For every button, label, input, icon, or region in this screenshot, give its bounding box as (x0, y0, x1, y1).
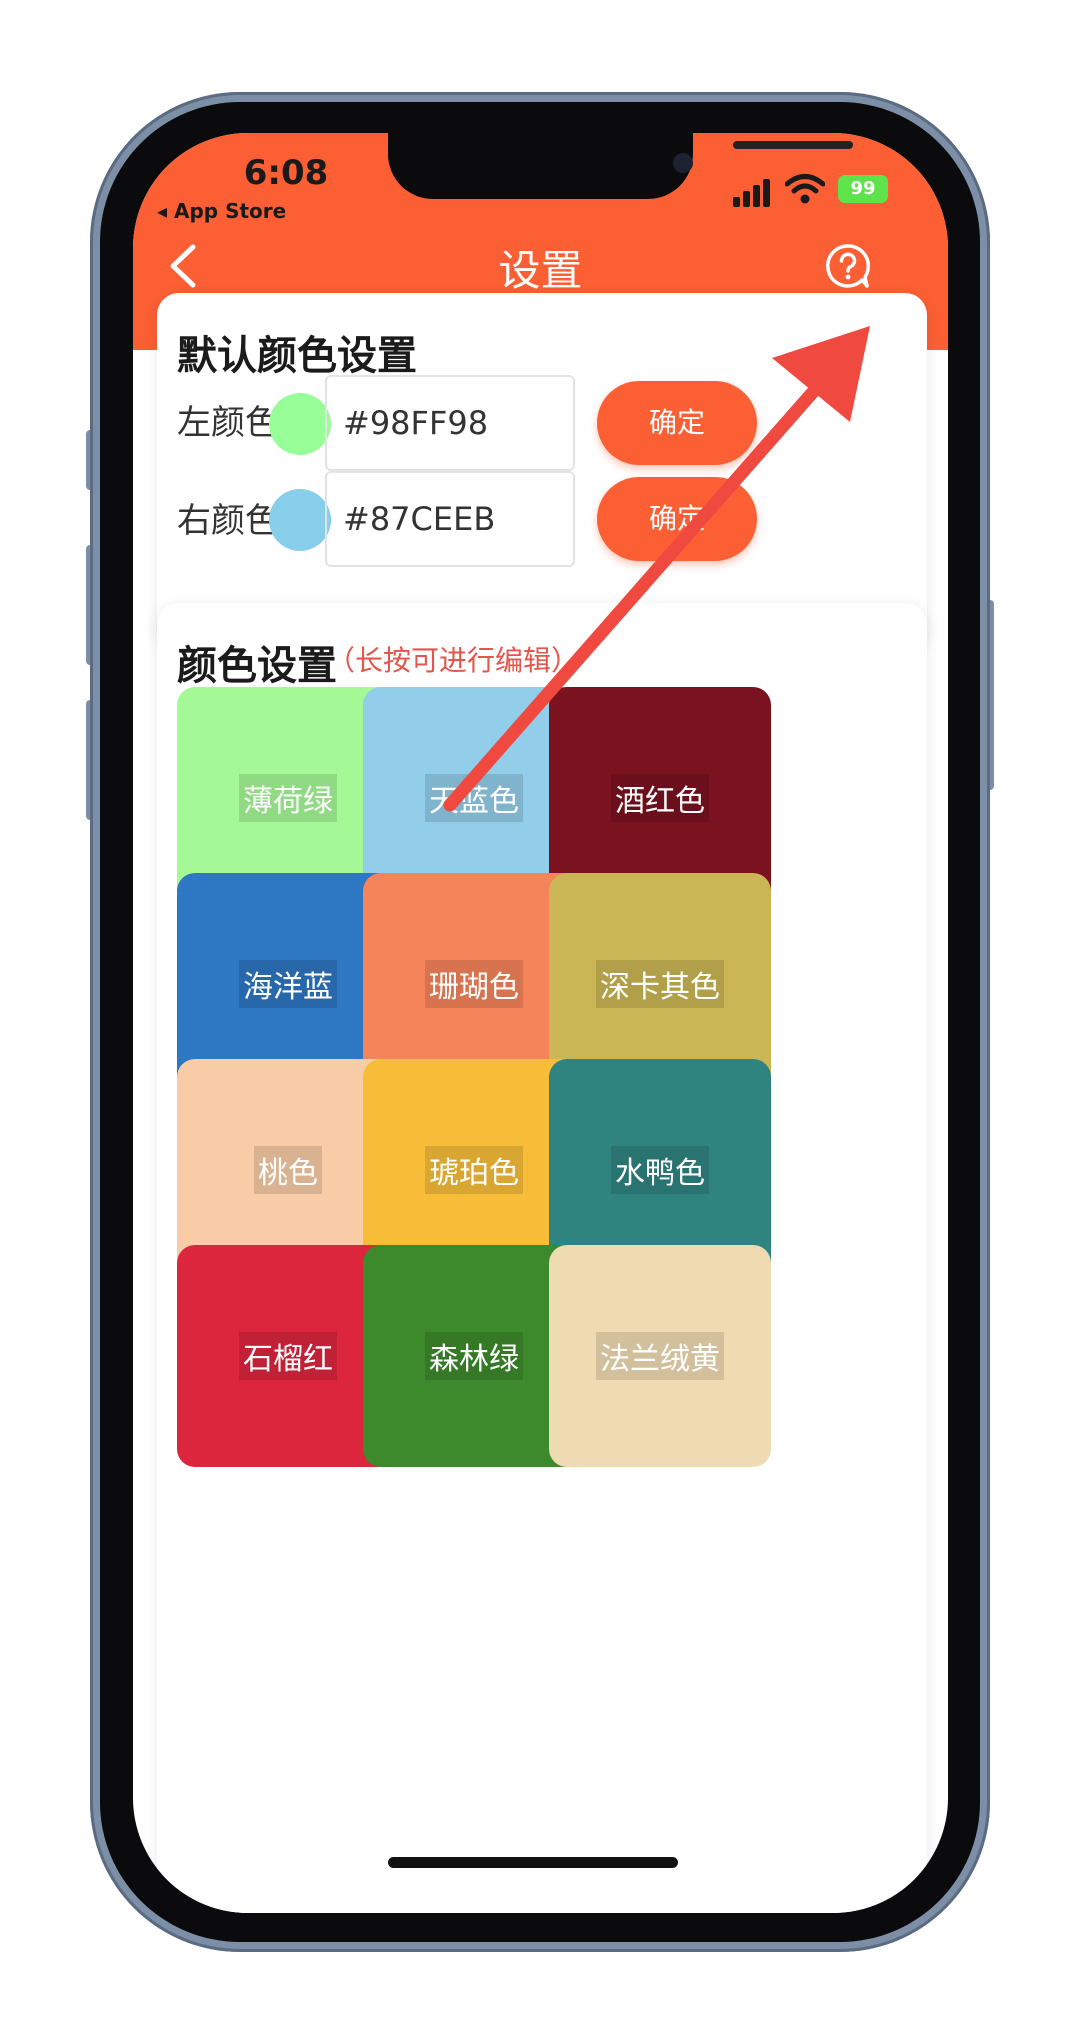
right-color-preview (269, 489, 331, 551)
color-settings-card: 颜色设置 （长按可进行编辑） 薄荷绿 天蓝色 酒红色 海洋蓝 珊瑚色 深卡其色 … (157, 603, 927, 1913)
left-color-confirm-button[interactable]: 确定 (597, 381, 757, 465)
left-color-input[interactable]: #98FF98 (325, 375, 575, 471)
swatch-label: 水鸭色 (611, 1146, 709, 1194)
color-swatch[interactable]: 法兰绒黄 (549, 1245, 771, 1467)
edit-hint: （长按可进行编辑） (327, 644, 580, 677)
color-settings-title: 颜色设置 (177, 643, 337, 689)
swatch-label: 法兰绒黄 (596, 1332, 724, 1380)
left-color-label: 左颜色 (177, 403, 279, 443)
default-color-card: 默认颜色设置 左颜色 #98FF98 确定 右颜色 #87CEEB 确定 (157, 293, 927, 653)
swatch-label: 天蓝色 (425, 774, 523, 822)
left-color-preview (269, 393, 331, 455)
swatch-label: 森林绿 (425, 1332, 523, 1380)
swatch-label: 酒红色 (611, 774, 709, 822)
speaker (733, 141, 853, 149)
right-color-confirm-button[interactable]: 确定 (597, 477, 757, 561)
cellular-signal-icon (733, 177, 777, 207)
swatch-label: 珊瑚色 (425, 960, 523, 1008)
phone-screen: 6:08 ◂ App Store 99 设置 默认颜色设置 左颜色 #98FF9… (133, 133, 948, 1913)
swatch-label: 海洋蓝 (239, 960, 337, 1008)
swatch-label: 琥珀色 (425, 1146, 523, 1194)
back-to-app-store-link[interactable]: ◂ App Store (157, 199, 286, 223)
swatch-label: 薄荷绿 (239, 774, 337, 822)
home-indicator[interactable] (388, 1857, 678, 1868)
default-color-title: 默认颜色设置 (177, 333, 417, 379)
front-camera (673, 153, 693, 173)
battery-icon: 99 (838, 175, 888, 203)
swatch-label: 深卡其色 (596, 960, 724, 1008)
swatch-label: 桃色 (254, 1146, 322, 1194)
right-color-label: 右颜色 (177, 501, 279, 541)
right-color-input[interactable]: #87CEEB (325, 471, 575, 567)
swatch-label: 石榴红 (239, 1332, 337, 1380)
wifi-icon (785, 174, 825, 204)
status-time: 6:08 (243, 153, 329, 193)
notch (388, 133, 853, 199)
question-circle-icon[interactable] (825, 243, 871, 289)
battery-level: 99 (850, 178, 876, 199)
